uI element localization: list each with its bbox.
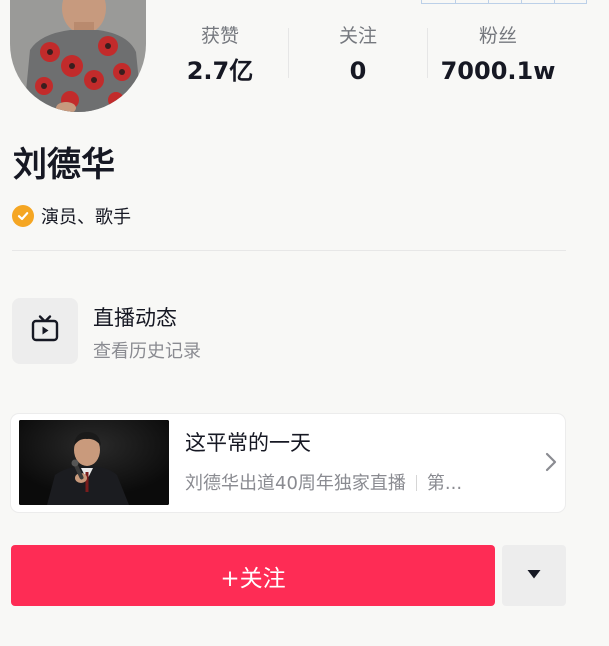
stat-following-label: 关注 [338, 25, 377, 47]
more-options-button[interactable] [502, 545, 566, 606]
stat-following-value: 0 [349, 57, 367, 85]
chevron-right-icon[interactable] [543, 448, 559, 476]
stat-fans-value: 7000.1w [440, 57, 556, 85]
triangle-down-icon [526, 568, 542, 583]
profile-name: 刘德华 [13, 145, 115, 185]
stat-fans-label: 粉丝 [478, 25, 517, 47]
verified-check-icon [12, 205, 34, 227]
featured-title: 这平常的一天 [185, 431, 311, 455]
avatar[interactable] [10, 0, 146, 112]
stat-fans[interactable]: 粉丝 7000.1w [428, 22, 568, 86]
stat-likes[interactable]: 获赞 2.7亿 [150, 22, 290, 86]
verification-text: 演员、歌手 [41, 207, 131, 228]
featured-subtitle-main: 刘德华出道40周年独家直播 [185, 473, 406, 494]
stat-following[interactable]: 关注 0 [288, 22, 428, 86]
live-history-title[interactable]: 直播动态 [93, 303, 177, 333]
verification-badge: 演员、歌手 [12, 203, 131, 229]
featured-subtitle: 刘德华出道40周年独家直播 第... [185, 470, 462, 498]
follow-button[interactable]: +关注 [11, 545, 495, 606]
featured-subtitle-tail: 第... [426, 473, 463, 494]
live-history-button[interactable] [12, 298, 78, 364]
live-history-subtitle[interactable]: 查看历史记录 [93, 338, 201, 366]
section-divider [12, 250, 566, 251]
subtitle-separator [415, 475, 417, 491]
featured-live-card[interactable]: 这平常的一天 刘德华出道40周年独家直播 第... [11, 414, 565, 512]
profile-page: 获赞 2.7亿 关注 0 粉丝 7000.1w 刘德华 演员、歌手 直播动态 查… [0, 0, 609, 646]
corner-grid-artifact [421, 0, 587, 4]
profile-stats: 获赞 2.7亿 关注 0 粉丝 7000.1w [150, 22, 590, 90]
stat-likes-value: 2.7亿 [186, 57, 254, 85]
stat-likes-label: 获赞 [200, 25, 239, 47]
featured-thumbnail [19, 420, 169, 505]
tv-play-icon [29, 313, 61, 349]
